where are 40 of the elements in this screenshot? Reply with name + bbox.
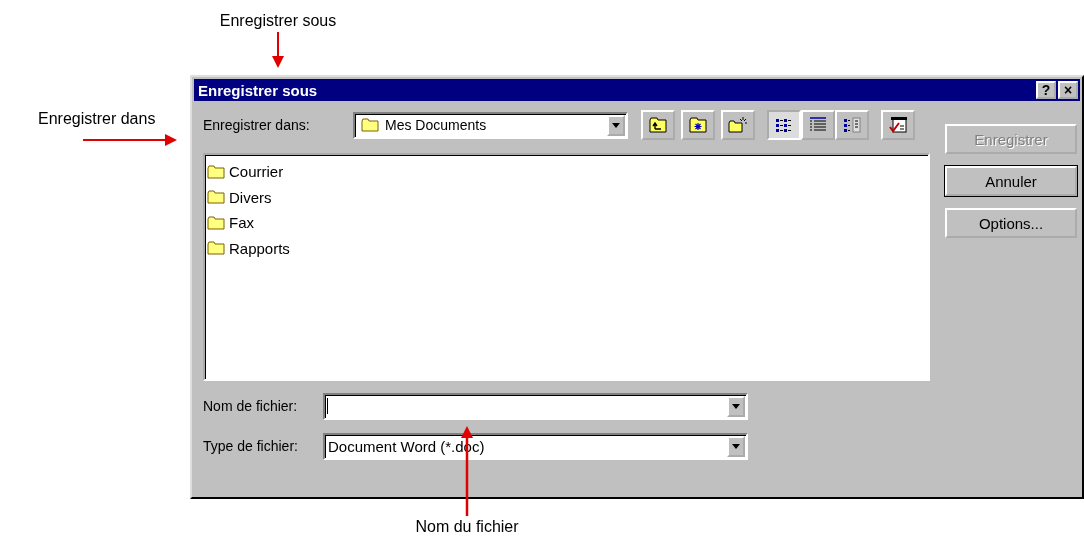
properties-view-button[interactable] <box>835 110 869 140</box>
dropdown-arrow-icon <box>612 122 620 128</box>
folder-icon <box>207 215 225 230</box>
folder-icon <box>207 190 225 205</box>
annotation-label: Enregistrer dans <box>38 110 156 128</box>
favorites-button[interactable] <box>681 110 715 140</box>
folder-item[interactable]: Courrier <box>207 159 926 185</box>
properties-view-icon <box>842 116 862 134</box>
folder-icon <box>207 164 225 179</box>
details-view-button[interactable] <box>801 110 835 140</box>
folder-item[interactable]: Divers <box>207 184 926 210</box>
save-in-label: Enregistrer dans: <box>203 117 311 133</box>
dropdown-arrow-icon <box>732 403 740 409</box>
new-folder-button[interactable] <box>721 110 755 140</box>
help-button[interactable]: ? <box>1036 81 1056 99</box>
details-view-icon <box>808 116 828 134</box>
annotation-arrow <box>272 32 284 68</box>
annotation-label: Enregistrer sous <box>219 12 337 30</box>
folder-item[interactable]: Fax <box>207 210 926 236</box>
up-folder-button[interactable] <box>641 110 675 140</box>
annotation-label: Nom du fichier <box>415 518 519 536</box>
up-folder-icon <box>648 116 668 134</box>
dialog-button[interactable]: Options... <box>945 208 1077 238</box>
folder-item[interactable]: Rapports <box>207 235 926 261</box>
checklist-icon <box>888 116 908 134</box>
commands-button[interactable] <box>881 110 915 140</box>
file-name-field[interactable] <box>323 392 748 420</box>
close-button[interactable]: × <box>1058 81 1078 99</box>
list-view-icon <box>774 116 794 134</box>
star-folder-icon <box>688 116 708 134</box>
file-type-label: Type de fichier: <box>203 438 299 454</box>
file-name-label: Nom de fichier: <box>203 398 299 414</box>
new-folder-icon <box>728 116 748 134</box>
dialog-button[interactable]: Annuler <box>945 166 1077 196</box>
window-title: Enregistrer sous <box>198 81 318 99</box>
save-in-dropdown[interactable]: Mes Documents <box>353 111 628 139</box>
folder-icon <box>207 241 225 256</box>
list-view-button[interactable] <box>767 110 801 140</box>
dropdown-arrow-icon <box>732 443 740 449</box>
folder-icon <box>361 118 379 132</box>
